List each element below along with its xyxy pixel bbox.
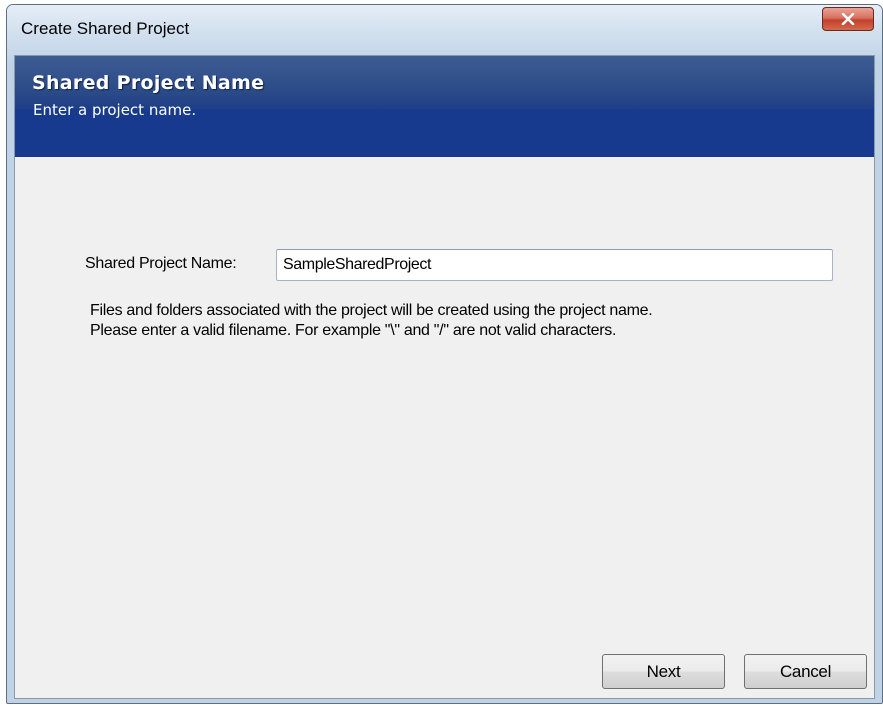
page-title: Shared Project Name: [32, 72, 265, 94]
help-text-line-1: Files and folders associated with the pr…: [90, 302, 653, 319]
title-bar[interactable]: Create Shared Project: [7, 5, 882, 55]
page-subtitle: Enter a project name.: [33, 101, 197, 119]
project-name-label: Shared Project Name:: [85, 255, 237, 272]
dialog-content: Shared Project Name Enter a project name…: [14, 55, 875, 699]
window-title: Create Shared Project: [21, 19, 190, 38]
next-button[interactable]: Next: [602, 654, 725, 689]
dialog-window: Create Shared Project Shared Project Nam…: [6, 4, 883, 704]
help-text-line-2: Please enter a valid filename. For examp…: [90, 322, 617, 339]
help-text: Files and folders associated with the pr…: [90, 301, 653, 341]
header-banner: Shared Project Name Enter a project name…: [15, 56, 874, 157]
close-icon: [841, 13, 855, 25]
project-name-input[interactable]: [276, 249, 833, 281]
cancel-button[interactable]: Cancel: [744, 654, 867, 689]
close-button[interactable]: [822, 7, 874, 31]
